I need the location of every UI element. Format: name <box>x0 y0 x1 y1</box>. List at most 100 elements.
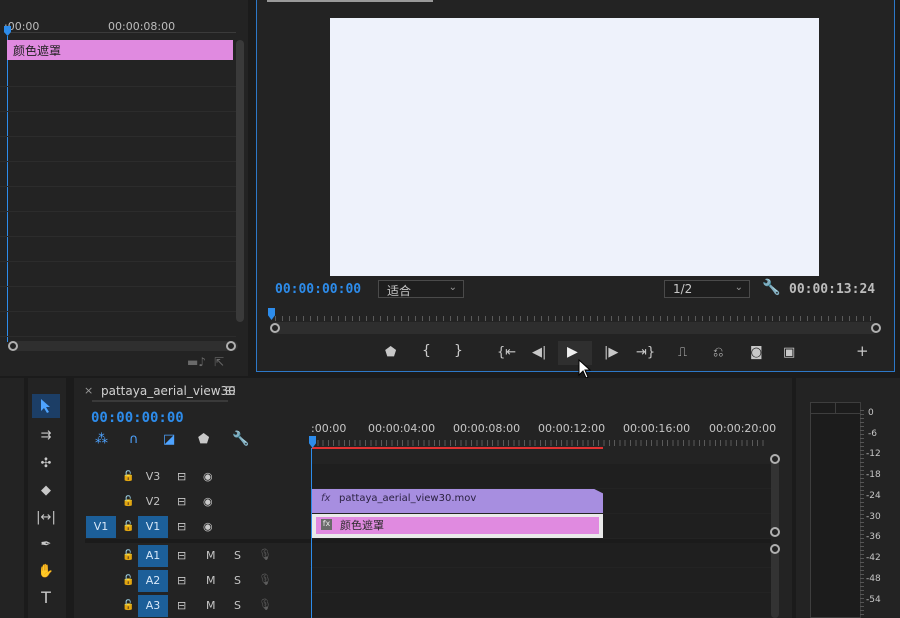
add-marker-icon[interactable]: ⬟ <box>385 346 396 359</box>
sequence-menu-icon[interactable]: ☰ <box>225 384 236 398</box>
microphone-icon[interactable]: 🎙 <box>258 573 272 586</box>
track-area-v3[interactable] <box>311 464 771 488</box>
solo-button[interactable]: S <box>234 599 241 612</box>
clip-video-v2[interactable]: fx pattaya_aerial_view30.mov <box>312 489 603 513</box>
track-header: 🔓 V2 ⊟ ◉ <box>85 489 310 513</box>
audio-scroll-handle-top[interactable] <box>770 544 780 554</box>
source-clip[interactable]: 颜色遮罩 <box>7 40 233 60</box>
sync-lock-icon[interactable]: ⊟ <box>177 574 186 587</box>
program-tab-underline <box>267 0 433 2</box>
lock-icon[interactable]: 🔓 <box>122 495 134 508</box>
track-header: 🔓 V3 ⊟ ◉ <box>85 464 310 488</box>
work-area-bar[interactable] <box>312 447 603 449</box>
selection-tool[interactable] <box>32 394 60 418</box>
program-zoom-handle-left[interactable] <box>270 323 280 333</box>
clip-color-matte-v1[interactable]: fx 颜色遮罩 <box>312 514 603 538</box>
mute-button[interactable]: M <box>206 574 216 587</box>
lock-icon[interactable]: 🔓 <box>122 520 134 533</box>
track-select-tool-icon[interactable]: ⇉ <box>32 424 60 448</box>
ruler-label-2: 00:00:08:00 <box>453 422 521 435</box>
mark-out-icon[interactable]: } <box>454 344 463 358</box>
sync-lock-icon[interactable]: ⊟ <box>177 470 186 483</box>
source-playhead[interactable] <box>4 26 11 36</box>
ruler-label-3: 00:00:12:00 <box>538 422 606 435</box>
solo-button[interactable]: S <box>234 574 241 587</box>
hand-tool-icon[interactable]: ✋ <box>32 560 60 584</box>
video-vertical-scrollbar[interactable] <box>771 455 779 537</box>
resolution-dropdown-value: 1/2 <box>673 282 693 296</box>
ruler-label-4: 00:00:16:00 <box>623 422 691 435</box>
track-target-v3[interactable]: V3 <box>138 466 168 488</box>
source-vertical-scrollbar[interactable] <box>236 40 244 322</box>
solo-button[interactable]: S <box>234 549 241 562</box>
timeline-settings-wrench-icon[interactable]: 🔧 <box>232 432 249 446</box>
type-tool-icon[interactable]: T <box>32 586 60 610</box>
track-target-a1[interactable]: A1 <box>138 545 168 567</box>
sync-lock-icon[interactable]: ⊟ <box>177 520 186 533</box>
mute-button[interactable]: M <box>206 599 216 612</box>
lock-icon[interactable]: 🔓 <box>122 599 134 612</box>
track-target-a2[interactable]: A2 <box>138 570 168 592</box>
microphone-icon[interactable]: 🎙 <box>258 548 272 561</box>
arrow-icon <box>41 399 50 413</box>
overwrite-icon[interactable]: ⇱ <box>214 356 224 369</box>
sync-lock-icon[interactable]: ⊟ <box>177 495 186 508</box>
add-marker-icon[interactable]: ⬟ <box>198 433 209 446</box>
video-scroll-handle-top[interactable] <box>770 454 780 464</box>
camera-icon[interactable]: ◙ <box>750 346 763 359</box>
microphone-icon[interactable]: 🎙 <box>258 598 272 611</box>
track-target-v1[interactable]: V1 <box>138 516 168 538</box>
razor-tool-icon[interactable]: ◆ <box>32 479 60 503</box>
fx-badge: fx <box>321 519 332 530</box>
step-forward-icon[interactable]: |▶ <box>604 346 618 359</box>
linked-selection-icon[interactable]: ◪ <box>163 433 175 446</box>
sync-lock-icon[interactable]: ⊟ <box>177 599 186 612</box>
sync-lock-icon[interactable]: ⊟ <box>177 549 186 562</box>
video-scroll-handle-bottom[interactable] <box>770 527 780 537</box>
track-area-a1[interactable] <box>311 543 771 567</box>
source-patch-v1[interactable]: V1 <box>86 516 116 538</box>
track-area-a3[interactable] <box>311 593 771 617</box>
go-to-out-icon[interactable]: ⇥} <box>636 346 655 359</box>
mark-in-icon[interactable]: { <box>422 344 431 358</box>
step-back-icon[interactable]: ◀| <box>532 346 546 359</box>
program-zoom-scrollbar[interactable] <box>270 322 878 334</box>
add-button-icon[interactable]: + <box>856 344 869 359</box>
fit-dropdown[interactable]: 适合 ⌄ <box>378 280 464 298</box>
sequence-tab[interactable]: pattaya_aerial_view30 <box>101 384 236 398</box>
resolution-dropdown[interactable]: 1/2 ⌄ <box>664 280 750 298</box>
nest-toggle-icon[interactable]: ⁂ <box>95 433 108 446</box>
audio-vertical-scrollbar[interactable] <box>771 545 779 618</box>
track-target-v2[interactable]: V2 <box>138 491 168 513</box>
wrench-icon[interactable]: 🔧 <box>762 280 781 295</box>
lock-icon[interactable]: 🔓 <box>122 549 134 562</box>
mute-button[interactable]: M <box>206 549 216 562</box>
extract-icon[interactable]: ⎌ <box>713 346 723 359</box>
lift-icon[interactable]: ⎍ <box>678 346 687 359</box>
insert-icon[interactable]: ▬♪ <box>187 356 206 369</box>
meter-label-5: -30 <box>866 512 881 522</box>
ripple-edit-tool-icon[interactable]: ✣ <box>32 452 60 476</box>
track-header: 🔓 A2 ⊟ M S 🎙 <box>85 568 310 592</box>
program-current-timecode[interactable]: 00:00:00:00 <box>275 282 361 297</box>
source-scroll-handle-left[interactable] <box>8 341 18 351</box>
comparison-view-icon[interactable]: ▣ <box>783 346 795 359</box>
source-horizontal-scrollbar[interactable] <box>8 341 238 351</box>
source-scroll-handle-right[interactable] <box>226 341 236 351</box>
program-duration-timecode: 00:00:13:24 <box>789 282 876 297</box>
timeline-timecode[interactable]: 00:00:00:00 <box>91 410 184 426</box>
go-to-in-icon[interactable]: {⇤ <box>497 346 516 359</box>
slip-tool-icon[interactable]: |↔| <box>32 506 60 530</box>
eye-icon[interactable]: ◉ <box>203 520 213 533</box>
program-zoom-handle-right[interactable] <box>871 323 881 333</box>
track-target-a3[interactable]: A3 <box>138 595 168 617</box>
eye-icon[interactable]: ◉ <box>203 470 213 483</box>
meter-label-3: -18 <box>866 470 881 480</box>
lock-icon[interactable]: 🔓 <box>122 470 134 483</box>
eye-icon[interactable]: ◉ <box>203 495 213 508</box>
snap-magnet-icon[interactable]: ∩ <box>129 433 139 446</box>
lock-icon[interactable]: 🔓 <box>122 574 134 587</box>
pen-tool-icon[interactable]: ✒ <box>32 533 60 557</box>
close-sequence-icon[interactable]: × <box>84 384 93 397</box>
track-area-a2[interactable] <box>311 568 771 592</box>
